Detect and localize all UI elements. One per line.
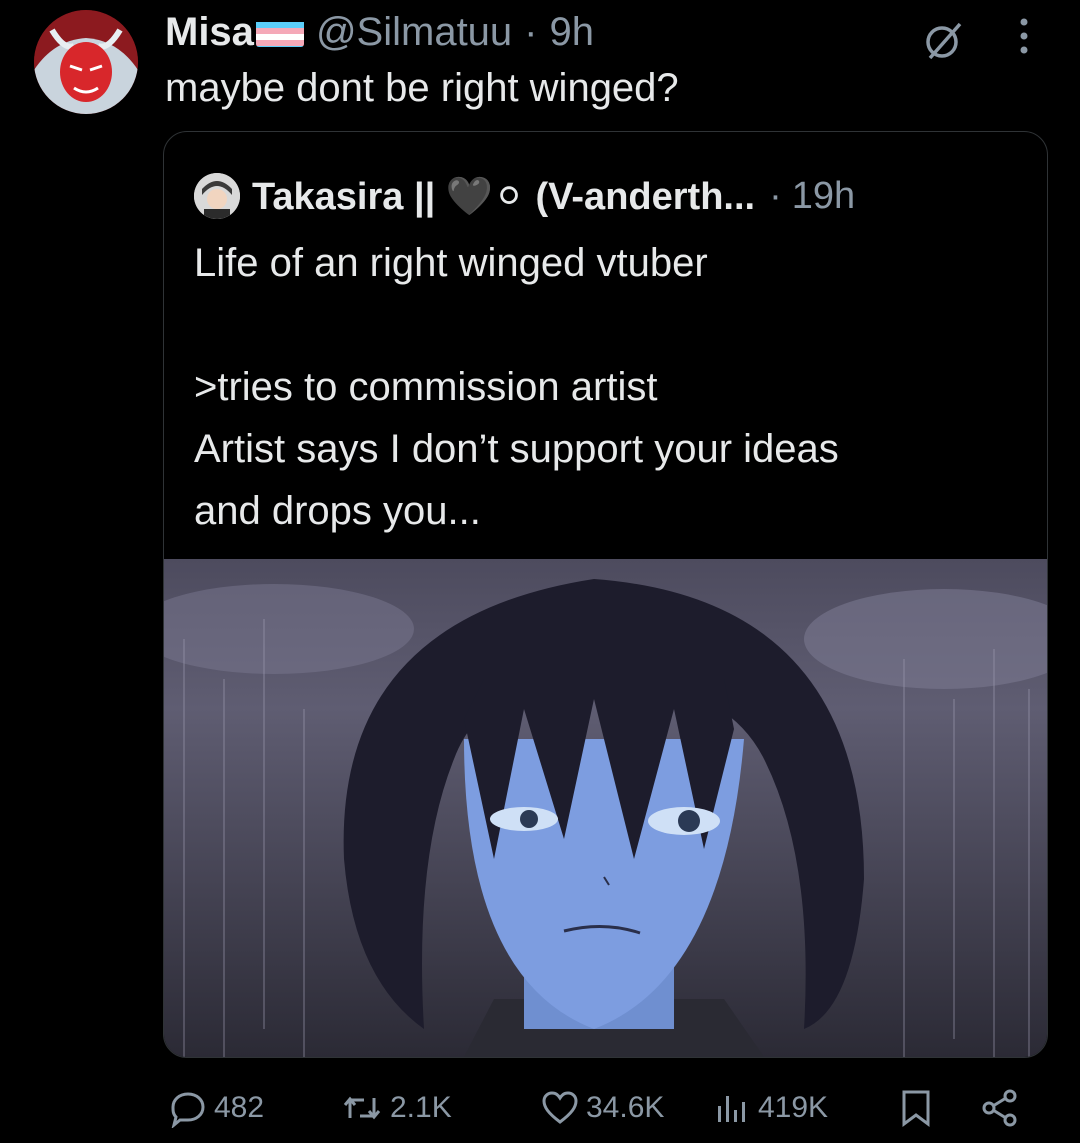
transgender-flag-icon — [255, 17, 304, 47]
reply-button[interactable]: 482 — [168, 1080, 264, 1136]
display-name[interactable]: Misa — [165, 10, 254, 55]
repost-count: 2.1K — [390, 1091, 452, 1124]
quoted-display-name[interactable]: Takasira || 🖤⚪ (V-anderth... — [252, 174, 755, 219]
separator: · — [524, 9, 538, 54]
crying-anime-character-in-rain-image — [164, 559, 1047, 1057]
repost-button[interactable]: 2.1K — [340, 1080, 452, 1136]
share-icon — [982, 1089, 1017, 1127]
quoted-line: Artist says I don’t support your ideas — [194, 427, 839, 471]
bookmark-button[interactable] — [896, 1080, 942, 1136]
tweet-text: maybe dont be right winged? — [165, 66, 679, 110]
quoted-tweet[interactable]: Takasira || 🖤⚪ (V-anderth... · 19h Life … — [163, 131, 1048, 1058]
reply-icon — [171, 1092, 205, 1128]
timestamp[interactable]: 9h — [550, 10, 595, 55]
repost-icon — [343, 1096, 381, 1120]
avatar[interactable] — [34, 10, 138, 114]
quoted-timestamp[interactable]: 19h — [792, 175, 855, 218]
quoted-separator: · — [769, 174, 782, 217]
views-count: 419K — [758, 1091, 829, 1124]
quoted-line: >tries to commission artist — [194, 365, 658, 409]
quoted-media-image[interactable] — [164, 559, 1047, 1057]
more-vertical-icon[interactable] — [1012, 14, 1036, 63]
views-icon — [718, 1096, 745, 1122]
like-button[interactable]: 34.6K — [540, 1080, 664, 1136]
red-demon-avatar — [34, 10, 138, 114]
handle[interactable]: @Silmatuu — [316, 10, 512, 55]
views-button[interactable]: 419K — [712, 1080, 828, 1136]
grok-icon[interactable] — [922, 18, 966, 67]
like-count: 34.6K — [586, 1091, 665, 1124]
action-bar: 482 2.1K 34.6K 419K — [0, 1080, 1080, 1136]
quoted-avatar[interactable] — [194, 173, 240, 219]
quoted-header: Takasira || 🖤⚪ (V-anderth... · 19h — [194, 172, 855, 220]
bookmark-icon — [902, 1090, 930, 1127]
heart-icon — [542, 1091, 578, 1124]
tweet-header: Misa @Silmatuu · 9h — [165, 8, 594, 56]
share-button[interactable] — [980, 1080, 1026, 1136]
quoted-line: Life of an right winged vtuber — [194, 241, 708, 285]
quoted-line: and drops you... — [194, 489, 481, 533]
quoted-text: Life of an right winged vtuber >tries to… — [194, 232, 1034, 542]
reply-count: 482 — [214, 1091, 265, 1124]
